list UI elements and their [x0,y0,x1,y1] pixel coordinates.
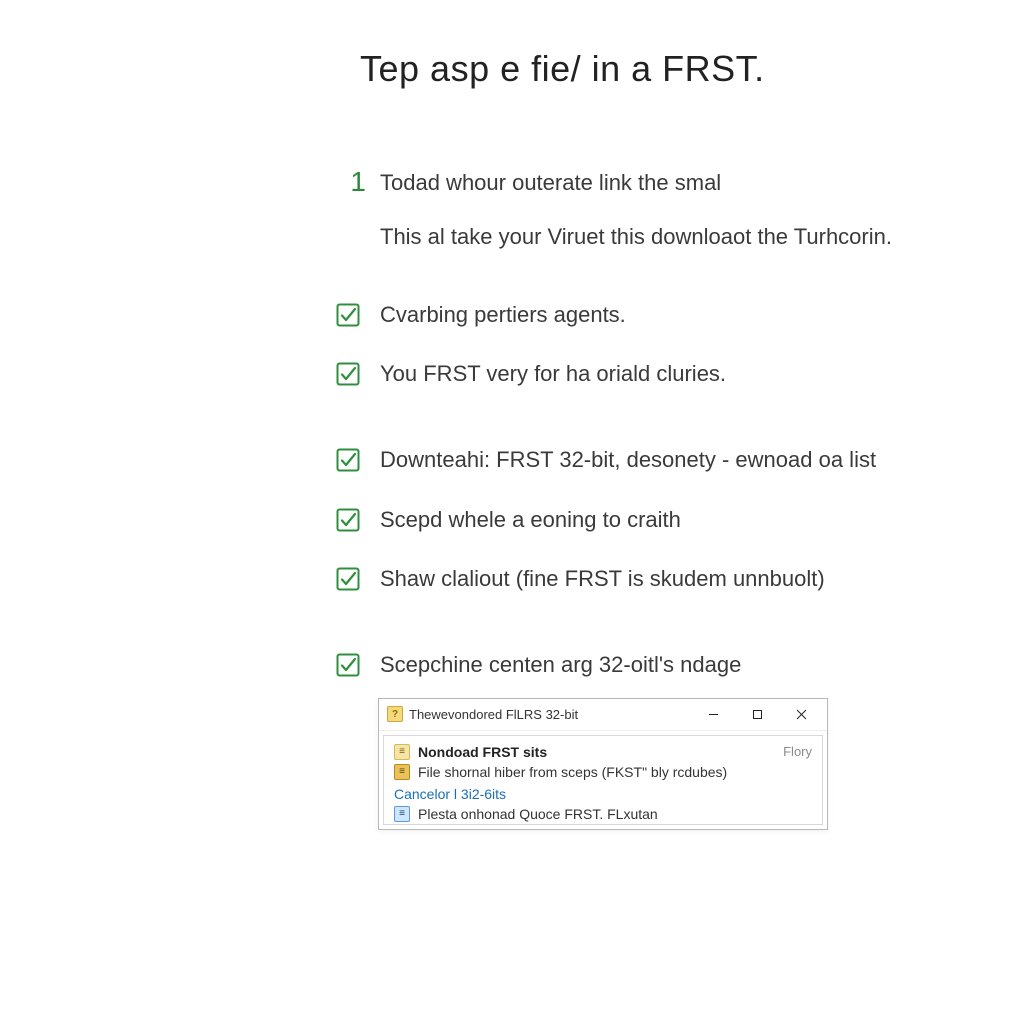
minimize-icon [708,709,719,720]
checklist-text: Cvarbing pertiers agents. [380,300,626,330]
file-icon: ≡ [394,744,410,760]
popup-row-text: Nondoad FRST sits [418,744,773,760]
checklist-text: You FRST very for ha oriald cluries. [380,359,726,389]
checklist-item: You FRST very for ha oriald cluries. [380,359,900,389]
checklist-item: Scepchine centen arg 32-oitl's ndage [380,650,900,680]
checklist: Cvarbing pertiers agents. You FRST very f… [380,300,900,680]
checklist-item: Shaw claliout (fine FRST is skudem unnbu… [380,564,900,594]
check-icon [336,303,360,327]
popup-row[interactable]: ≡ Nondoad FRST sits Flory [394,742,812,762]
popup-row-side: Flory [783,744,812,759]
popup-body: ≡ Nondoad FRST sits Flory ≡ File shornal hib… [383,735,823,825]
check-icon [336,567,360,591]
maximize-button[interactable] [735,699,779,729]
checklist-text: Shaw claliout (fine FRST is skudem unnbu… [380,564,825,594]
checklist-item: Scepd whele a eoning to craith [380,505,900,535]
step-title: Todad whour outerate link the smal [380,170,900,196]
popup-row[interactable]: ≡ Plesta onhonad Quoce FRST. FLxutan [394,804,812,824]
app-icon: ? [387,706,403,722]
checklist-text: Scepd whele a eoning to craith [380,505,681,535]
page-title: Tep asp e fie/ in a FRST. [360,48,944,90]
file-icon: ≡ [394,806,410,822]
popup-title: Thewevondored FlLRS 32-bit [409,707,691,722]
check-icon [336,508,360,532]
check-icon [336,653,360,677]
checklist-text: Downteahi: FRST 32-bit, desonety - ewnoa… [380,445,876,475]
close-button[interactable] [779,699,823,729]
popup-titlebar[interactable]: ? Thewevondored FlLRS 32-bit [379,699,827,731]
checklist-item: Cvarbing pertiers agents. [380,300,900,330]
file-icon: ≡ [394,764,410,780]
popup-row[interactable]: ≡ File shornal hiber from sceps (FKST" bl… [394,762,812,782]
close-icon [796,709,807,720]
download-popup: ? Thewevondored FlLRS 32-bit ≡ Nondoad FR… [378,698,828,830]
check-icon [336,362,360,386]
step-1: 1 Todad whour outerate link the smal Thi… [380,170,900,252]
minimize-button[interactable] [691,699,735,729]
check-icon [336,448,360,472]
step-description: This al take your Viruet this downloaot … [380,222,900,252]
step-number: 1 [336,168,366,196]
popup-row-text: Plesta onhonad Quoce FRST. FLxutan [418,806,812,822]
maximize-icon [752,709,763,720]
popup-row-text: File shornal hiber from sceps (FKST" bly… [418,764,812,780]
checklist-text: Scepchine centen arg 32-oitl's ndage [380,650,741,680]
popup-cancel-link[interactable]: Cancelor l 3i2-6its [394,782,812,804]
checklist-item: Downteahi: FRST 32-bit, desonety - ewnoa… [380,445,900,475]
